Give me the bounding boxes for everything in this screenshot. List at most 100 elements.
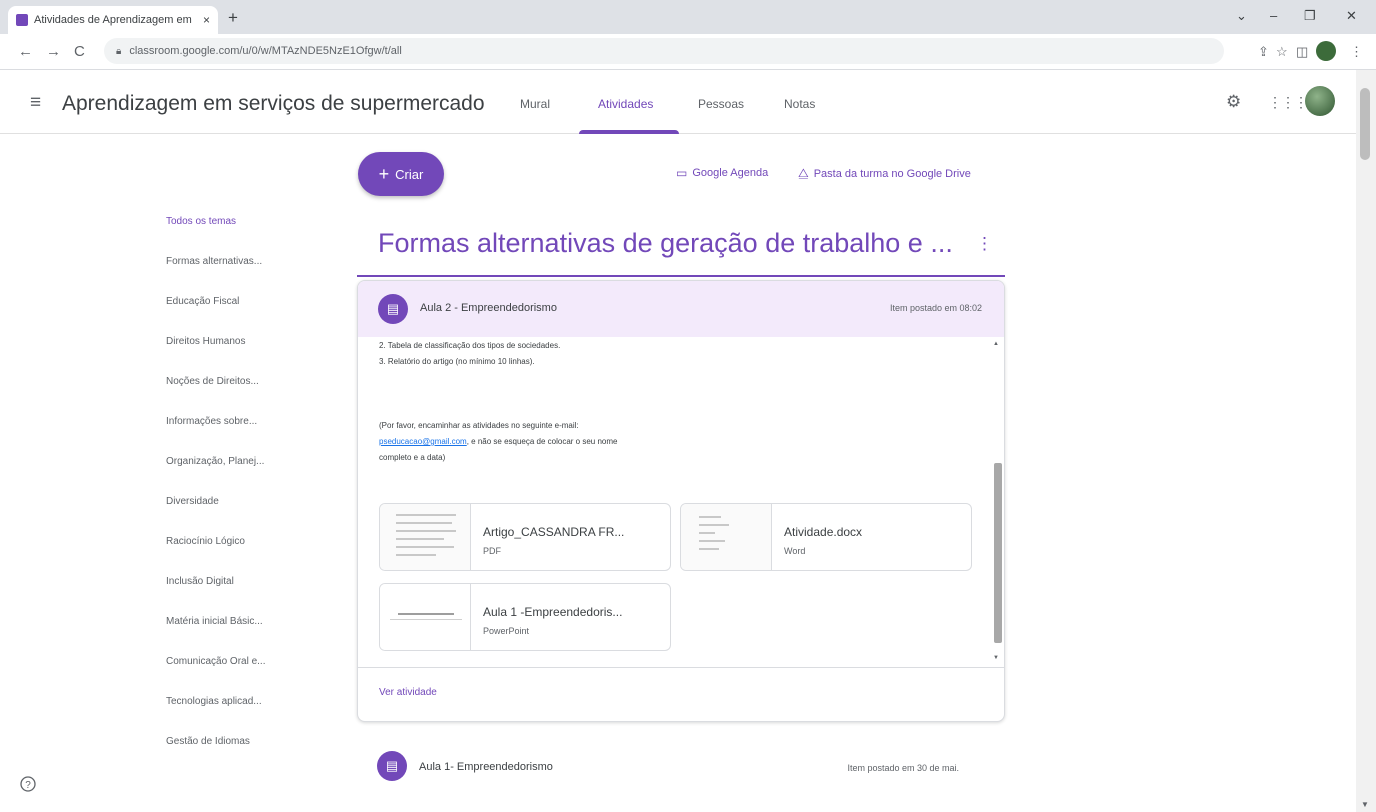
topic-item[interactable]: Formas alternativas...	[166, 256, 296, 296]
close-tab-icon[interactable]: ×	[203, 13, 210, 27]
browser-profile-avatar[interactable]	[1316, 41, 1336, 61]
help-icon[interactable]: ?	[20, 776, 36, 797]
google-calendar-label: Google Agenda	[692, 167, 769, 179]
page-scrollbar-thumb[interactable]	[1360, 88, 1370, 160]
topic-item[interactable]: Comunicação Oral e...	[166, 656, 296, 696]
browser-toolbar: ← → C 🔒︎ classroom.google.com/u/0/w/MTAz…	[0, 34, 1376, 70]
browser-menu-icon[interactable]: ⋮	[1350, 44, 1363, 60]
topic-item[interactable]: Matéria inicial Básic...	[166, 616, 296, 656]
url-text: classroom.google.com/u/0/w/MTAzNDE5NzE1O…	[129, 45, 402, 57]
assignment-date: Item postado em 30 de mai.	[847, 763, 959, 773]
topic-item[interactable]: Direitos Humanos	[166, 336, 296, 376]
assignment-icon: ▤	[378, 294, 408, 324]
email-link[interactable]: pseducacao@gmail.com	[379, 437, 467, 446]
attachment-card[interactable]: Atividade.docx Word	[680, 503, 972, 571]
create-button-label: Criar	[395, 166, 424, 182]
back-icon[interactable]: ←	[18, 43, 33, 60]
card-divider	[358, 667, 1004, 668]
description-line: completo e a data)	[379, 453, 446, 462]
split-view-icon[interactable]: ◫	[1296, 44, 1308, 60]
browser-tab-title: Atividades de Aprendizagem em	[34, 14, 192, 26]
description-line: (Por favor, encaminhar as atividades no …	[379, 421, 579, 430]
drive-icon: ⧋	[798, 166, 809, 180]
assignment-title: Aula 1- Empreendedorismo	[419, 761, 553, 773]
attachment-name: Artigo_CASSANDRA FR...	[483, 525, 625, 539]
plus-icon: +	[378, 163, 390, 184]
attachment-card[interactable]: Artigo_CASSANDRA FR... PDF	[379, 503, 671, 571]
description-line: 3. Relatório do artigo (no mínimo 10 lin…	[379, 357, 535, 366]
topic-item[interactable]: Organização, Planej...	[166, 456, 296, 496]
settings-icon[interactable]: ⚙	[1226, 92, 1241, 112]
calendar-icon: ▭	[676, 166, 688, 180]
assignment-body: 2. Tabela de classificação dos tipos de …	[358, 337, 1004, 667]
view-assignment-link[interactable]: Ver atividade	[379, 687, 437, 698]
attachment-type: PDF	[483, 546, 501, 556]
scroll-down-arrow-icon[interactable]: ▼	[1361, 800, 1369, 809]
main-menu-icon[interactable]: ≡	[30, 92, 41, 114]
scroll-up-arrow-icon[interactable]: ▲	[993, 341, 999, 347]
browser-tabstrip: Atividades de Aprendizagem em × + ⌄ – ❐ …	[0, 0, 1376, 34]
topic-item[interactable]: Inclusão Digital	[166, 576, 296, 616]
browser-tab[interactable]: Atividades de Aprendizagem em ×	[8, 6, 218, 34]
topic-item[interactable]: Informações sobre...	[166, 416, 296, 456]
card-scrollbar[interactable]: ▲ ▼	[989, 337, 1004, 667]
description-line: pseducacao@gmail.com, e não se esqueça d…	[379, 437, 617, 446]
google-calendar-link[interactable]: ▭ Google Agenda	[676, 166, 768, 180]
assignment-card: ▤ Aula 2 - Empreendedorismo Item postado…	[357, 280, 1005, 722]
pdf-thumbnail	[380, 504, 471, 570]
assignment-date: Item postado em 08:02	[889, 303, 982, 313]
tab-atividades[interactable]: Atividades	[598, 97, 653, 111]
classroom-header: ≡ Aprendizagem em serviços de supermerca…	[0, 70, 1356, 134]
topics-list: Todos os temas Formas alternativas... Ed…	[166, 216, 296, 776]
section-divider	[357, 275, 1005, 277]
drive-folder-link[interactable]: ⧋ Pasta da turma no Google Drive	[798, 166, 971, 181]
topic-item[interactable]: Tecnologias aplicad...	[166, 696, 296, 736]
tab-notas[interactable]: Notas	[784, 97, 815, 111]
description-text: , e não se esqueça de colocar o seu nome	[466, 437, 618, 446]
topic-item[interactable]: Diversidade	[166, 496, 296, 536]
maximize-icon[interactable]: ❐	[1304, 8, 1316, 24]
topic-item[interactable]: Todos os temas	[166, 216, 296, 256]
topic-item[interactable]: Raciocínio Lógico	[166, 536, 296, 576]
attachment-card[interactable]: Aula 1 -Empreendedoris... PowerPoint	[379, 583, 671, 651]
topic-section-title: Formas alternativas de geração de trabal…	[378, 228, 953, 258]
word-thumbnail	[681, 504, 772, 570]
drive-folder-label: Pasta da turma no Google Drive	[813, 167, 971, 180]
tab-pessoas[interactable]: Pessoas	[698, 97, 744, 111]
section-more-icon[interactable]: ⋮	[976, 234, 993, 254]
google-apps-icon[interactable]: ⋮⋮⋮	[1268, 94, 1308, 111]
window-close-icon[interactable]: ✕	[1346, 8, 1357, 24]
user-avatar[interactable]	[1305, 86, 1335, 116]
assignment-icon: ▤	[377, 751, 407, 781]
tab-search-icon[interactable]: ⌄	[1236, 8, 1247, 24]
description-line: 2. Tabela de classificação dos tipos de …	[379, 341, 561, 350]
attachment-type: PowerPoint	[483, 626, 530, 636]
tab-mural[interactable]: Mural	[520, 97, 550, 111]
active-tab-indicator	[579, 130, 679, 134]
topic-item[interactable]: Gestão de Idiomas	[166, 736, 296, 776]
attachment-name: Aula 1 -Empreendedoris...	[483, 605, 623, 619]
attachment-name: Atividade.docx	[784, 525, 863, 539]
assignment-row[interactable]: ▤ Aula 1- Empreendedorismo Item postado …	[357, 738, 1005, 798]
create-button[interactable]: + Criar	[358, 152, 444, 196]
topic-item[interactable]: Educação Fiscal	[166, 296, 296, 336]
bookmark-star-icon[interactable]: ☆	[1276, 44, 1288, 60]
forward-icon[interactable]: →	[46, 43, 61, 60]
scroll-down-arrow-icon[interactable]: ▼	[993, 655, 999, 661]
attachment-type: Word	[784, 546, 806, 556]
page-scrollbar[interactable]: ▼	[1356, 70, 1376, 812]
share-icon[interactable]: ⇪	[1258, 44, 1269, 60]
assignment-title: Aula 2 - Empreendedorismo	[420, 302, 557, 314]
minimize-icon[interactable]: –	[1270, 8, 1277, 23]
card-scrollbar-thumb[interactable]	[994, 463, 1002, 643]
powerpoint-thumbnail	[380, 584, 471, 650]
reload-icon[interactable]: C	[74, 43, 85, 60]
new-tab-icon[interactable]: +	[228, 8, 238, 28]
classroom-favicon-icon	[16, 14, 28, 26]
topic-item[interactable]: Noções de Direitos...	[166, 376, 296, 416]
svg-text:?: ?	[25, 780, 31, 791]
assignment-header[interactable]: ▤ Aula 2 - Empreendedorismo Item postado…	[358, 281, 1004, 337]
class-title[interactable]: Aprendizagem em serviços de supermercado	[62, 92, 485, 116]
lock-icon: 🔒︎	[116, 45, 122, 57]
address-bar[interactable]: 🔒︎ classroom.google.com/u/0/w/MTAzNDE5Nz…	[104, 38, 1224, 64]
